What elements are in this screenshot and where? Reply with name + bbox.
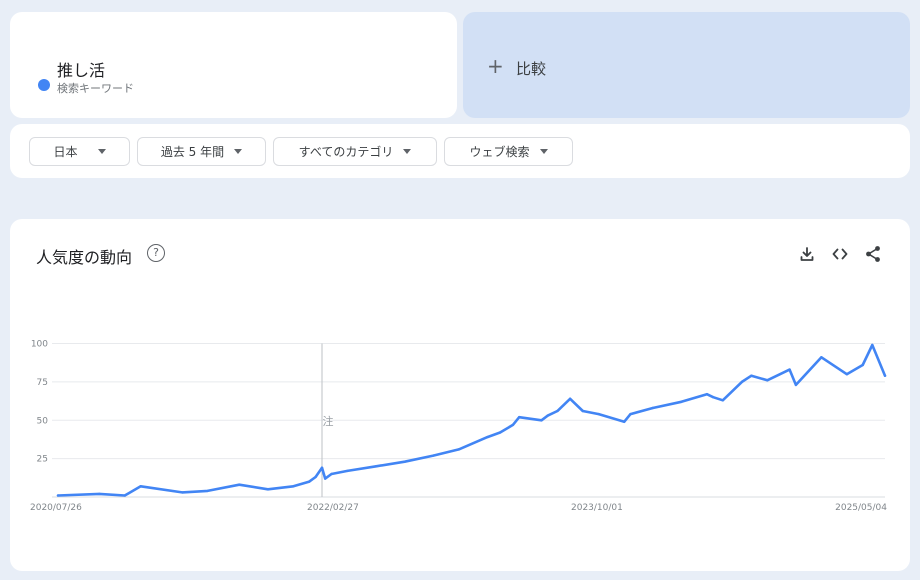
data-point (330, 472, 333, 476)
data-point (457, 448, 460, 451)
share-icon[interactable] (864, 245, 882, 263)
data-point (486, 435, 489, 439)
data-point (766, 379, 769, 382)
data-point (883, 374, 887, 377)
data-point (820, 356, 823, 359)
time-range-filter-dropdown[interactable]: 過去 5 年間 (137, 137, 266, 166)
dropdown-arrow-icon (403, 149, 412, 154)
chart-title: 人気度の動向 (36, 248, 133, 267)
data-point (680, 400, 683, 403)
data-point (845, 373, 848, 376)
embed-icon[interactable] (831, 245, 849, 263)
help-icon[interactable]: ? (147, 244, 165, 262)
time-range-filter-label: 過去 5 年間 (160, 145, 225, 159)
search-type-filter-label: ウェブ検索 (469, 145, 530, 159)
data-point (705, 393, 709, 396)
dropdown-arrow-icon (539, 149, 548, 154)
category-filter-dropdown[interactable]: すべてのカテゴリ (273, 137, 437, 166)
interest-line-chart: 25 50 75 100 注 2020/07/26 2022/02/27 2023/10/01… (30, 340, 887, 514)
data-point (629, 412, 632, 416)
dropdown-arrow-icon (97, 149, 106, 154)
search-type-filter-dropdown[interactable]: ウェブ検索 (444, 137, 573, 166)
y-tick-label: 75 (37, 378, 48, 388)
data-point (788, 368, 791, 371)
data-point (546, 414, 549, 417)
compare-label: 比較 (516, 60, 547, 78)
series-color-dot (38, 79, 50, 91)
x-tick-label: 2025/05/04 (835, 503, 887, 513)
data-point (651, 406, 654, 410)
x-tick-label: 2022/02/27 (307, 503, 359, 513)
data-point (403, 460, 406, 463)
search-term-card[interactable]: 推し活 検索キーワード (10, 12, 457, 118)
data-point (314, 475, 317, 479)
data-point (266, 488, 270, 491)
data-point (346, 469, 349, 473)
data-point (568, 397, 572, 400)
interest-over-time-card: 人気度の動向 ? 25 50 75 100 注 2020/07/26 2022/02/27 2… (10, 219, 910, 571)
x-tick-label: 2020/07/26 (30, 503, 82, 513)
data-point (794, 383, 798, 387)
data-point (320, 466, 324, 469)
series-line (56, 343, 887, 497)
y-tick-label: 100 (31, 340, 48, 350)
data-point (98, 492, 101, 496)
data-point (498, 431, 502, 434)
data-point (518, 416, 521, 419)
data-point (324, 477, 327, 480)
data-point (292, 485, 295, 488)
search-term-title: 推し活 (57, 61, 106, 80)
dropdown-arrow-icon (234, 149, 243, 154)
data-point (374, 465, 378, 468)
data-point (432, 454, 435, 457)
category-filter-label: すべてのカテゴリ (298, 145, 394, 159)
data-point (750, 374, 753, 377)
data-point (123, 494, 127, 497)
y-tick-label: 50 (37, 416, 49, 426)
data-point (712, 396, 715, 399)
plus-icon: + (487, 54, 504, 78)
data-point (556, 409, 559, 413)
data-point (581, 409, 584, 413)
data-point (861, 363, 864, 367)
data-point (597, 412, 600, 416)
x-tick-label: 2023/10/01 (571, 503, 623, 513)
region-filter-dropdown[interactable]: 日本 (29, 137, 130, 166)
note-marker-label: 注 (323, 414, 334, 428)
filter-bar: 日本 過去 5 年間 すべてのカテゴリ ウェブ検索 (10, 124, 910, 178)
data-point (511, 423, 515, 427)
search-term-type: 検索キーワード (57, 82, 134, 95)
data-point (139, 485, 142, 488)
data-point (180, 491, 184, 494)
data-point (308, 480, 311, 483)
data-point (623, 420, 626, 423)
data-point (721, 399, 724, 402)
compare-button[interactable]: + 比較 (463, 12, 910, 118)
data-point (206, 489, 209, 493)
download-icon[interactable] (798, 245, 816, 263)
data-point (871, 343, 874, 347)
data-point (540, 419, 543, 422)
region-filter-label: 日本 (53, 145, 78, 159)
y-tick-label: 25 (37, 455, 48, 465)
data-point (740, 380, 744, 384)
data-point (56, 494, 60, 497)
data-point (238, 483, 241, 486)
